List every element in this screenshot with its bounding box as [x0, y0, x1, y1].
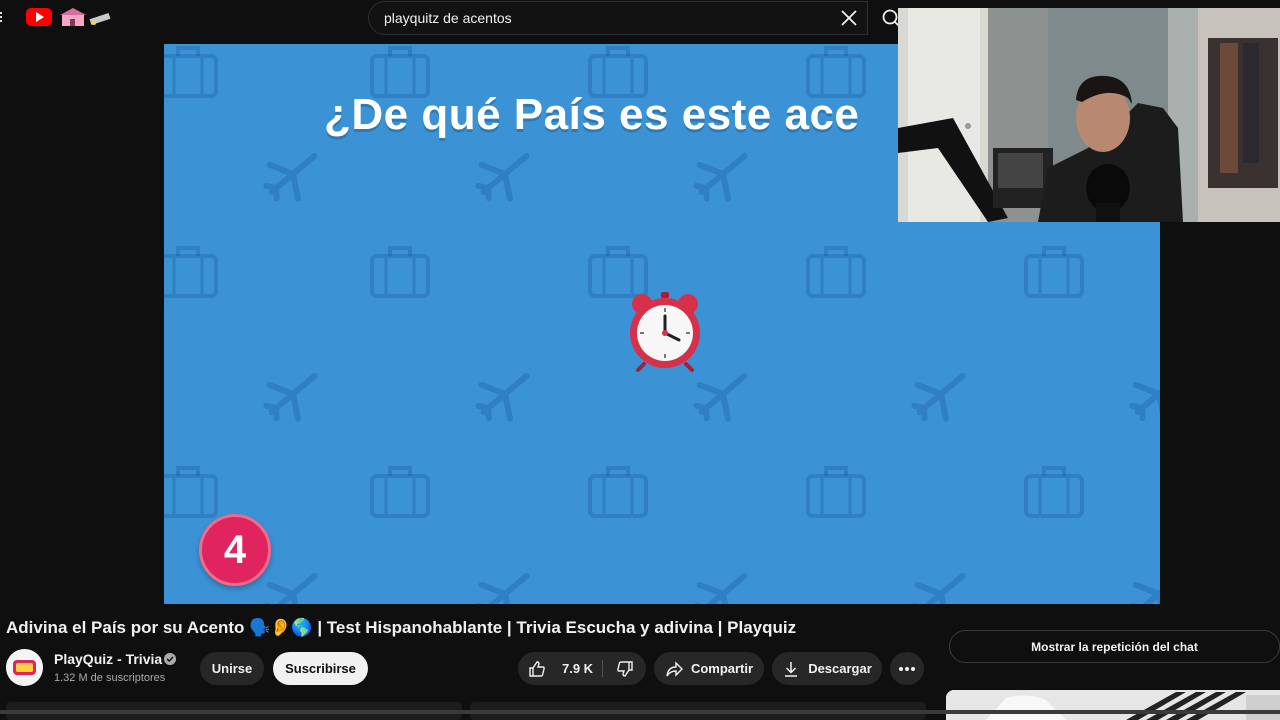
download-label: Descargar	[808, 661, 872, 676]
search-input[interactable]: playquitz de acentos	[384, 10, 512, 26]
airplane-pattern-icon	[475, 373, 530, 422]
join-button[interactable]: Unirse	[200, 652, 264, 685]
subscribe-button[interactable]: Suscribirse	[273, 652, 368, 685]
suitcase-pattern-icon	[588, 46, 648, 98]
suitcase-pattern-icon	[806, 246, 866, 298]
suitcase-pattern-icon	[806, 46, 866, 98]
suitcase-pattern-icon	[588, 466, 648, 518]
join-label: Unirse	[211, 661, 253, 676]
show-chat-replay-button[interactable]: Mostrar la repetición del chat	[949, 630, 1280, 663]
subscribe-label: Suscribirse	[285, 661, 356, 676]
verified-icon	[164, 653, 176, 665]
airplane-pattern-icon	[693, 573, 748, 604]
close-icon[interactable]	[838, 7, 860, 29]
suitcase-pattern-icon	[806, 466, 866, 518]
video-title: Adivina el País por su Acento 🗣️👂🌎 | Tes…	[6, 618, 797, 637]
share-label: Compartir	[690, 661, 754, 676]
airplane-pattern-icon	[263, 373, 318, 422]
airplane-pattern-icon	[693, 153, 748, 202]
like-dislike-group: 7.9 K	[518, 652, 646, 685]
share-icon	[666, 660, 683, 677]
suitcase-pattern-icon	[1024, 246, 1084, 298]
airplane-pattern-icon	[1129, 573, 1160, 604]
suitcase-pattern-icon	[370, 466, 430, 518]
more-horizontal-icon	[899, 666, 915, 671]
recommended-thumbnail[interactable]	[946, 690, 1280, 720]
thumbs-down-icon	[616, 660, 633, 677]
suitcase-pattern-icon	[370, 46, 430, 98]
dislike-button[interactable]	[603, 652, 646, 685]
channel-name[interactable]: PlayQuiz - Trivia	[54, 651, 162, 667]
youtube-logo-icon[interactable]	[26, 8, 52, 26]
suitcase-pattern-icon	[370, 246, 430, 298]
airplane-pattern-icon	[263, 153, 318, 202]
search-box[interactable]: playquitz de acentos	[368, 1, 868, 35]
channel-avatar[interactable]	[6, 649, 43, 686]
webcam-overlay	[898, 8, 1280, 222]
airplane-pattern-icon	[911, 373, 966, 422]
like-button[interactable]: 7.9 K	[518, 652, 602, 685]
quiz-question: ¿De qué País es este ace	[324, 90, 860, 139]
page-scroll-strip	[0, 710, 1280, 714]
doodle-logo-icon[interactable]	[56, 6, 116, 28]
suitcase-pattern-icon	[164, 466, 218, 518]
like-count: 7.9 K	[562, 661, 594, 676]
question-number-badge: 4	[199, 514, 271, 586]
airplane-pattern-icon	[475, 153, 530, 202]
airplane-pattern-icon	[1129, 373, 1160, 422]
subscriber-count: 1.32 M de suscriptores	[54, 672, 166, 684]
suitcase-pattern-icon	[1024, 466, 1084, 518]
menu-icon[interactable]	[0, 10, 4, 26]
download-icon	[785, 661, 798, 677]
chat-replay-label: Mostrar la repetición del chat	[1031, 639, 1198, 654]
suitcase-pattern-icon	[588, 246, 648, 298]
thumbs-up-icon	[529, 660, 545, 677]
airplane-pattern-icon	[475, 573, 530, 604]
alarm-clock-icon	[630, 292, 700, 372]
more-actions-button[interactable]	[890, 652, 924, 685]
suitcase-pattern-icon	[164, 246, 218, 298]
airplane-pattern-icon	[263, 573, 318, 604]
download-button[interactable]: Descargar	[772, 652, 882, 685]
airplane-pattern-icon	[911, 573, 966, 604]
share-button[interactable]: Compartir	[654, 652, 764, 685]
suitcase-pattern-icon	[164, 46, 218, 98]
